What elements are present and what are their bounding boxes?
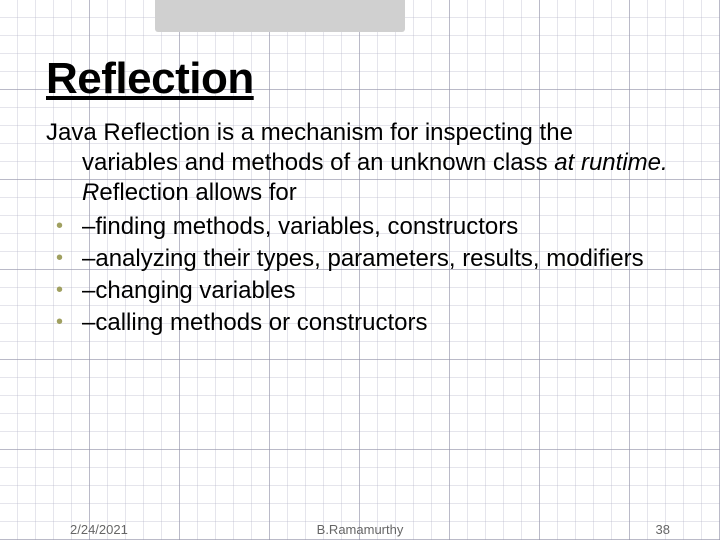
intro-text-1: Java Reflection is a mechanism for inspe… — [46, 119, 573, 176]
list-item: –calling methods or constructors — [46, 308, 674, 338]
slide-title: Reflection — [46, 54, 674, 104]
bullet-list: –finding methods, variables, constructor… — [46, 212, 674, 338]
list-item: –finding methods, variables, constructor… — [46, 212, 674, 242]
intro-text-2: eflection allows for — [99, 179, 296, 206]
slide-body: Java Reflection is a mechanism for inspe… — [46, 118, 674, 338]
footer-page-number: 38 — [656, 522, 670, 537]
footer-author: B.Ramamurthy — [317, 522, 404, 537]
list-item: –changing variables — [46, 276, 674, 306]
intro-paragraph: Java Reflection is a mechanism for inspe… — [46, 118, 674, 208]
slide-content: Reflection Java Reflection is a mechanis… — [0, 0, 720, 540]
list-item: –analyzing their types, parameters, resu… — [46, 244, 674, 274]
footer-date: 2/24/2021 — [70, 522, 128, 537]
